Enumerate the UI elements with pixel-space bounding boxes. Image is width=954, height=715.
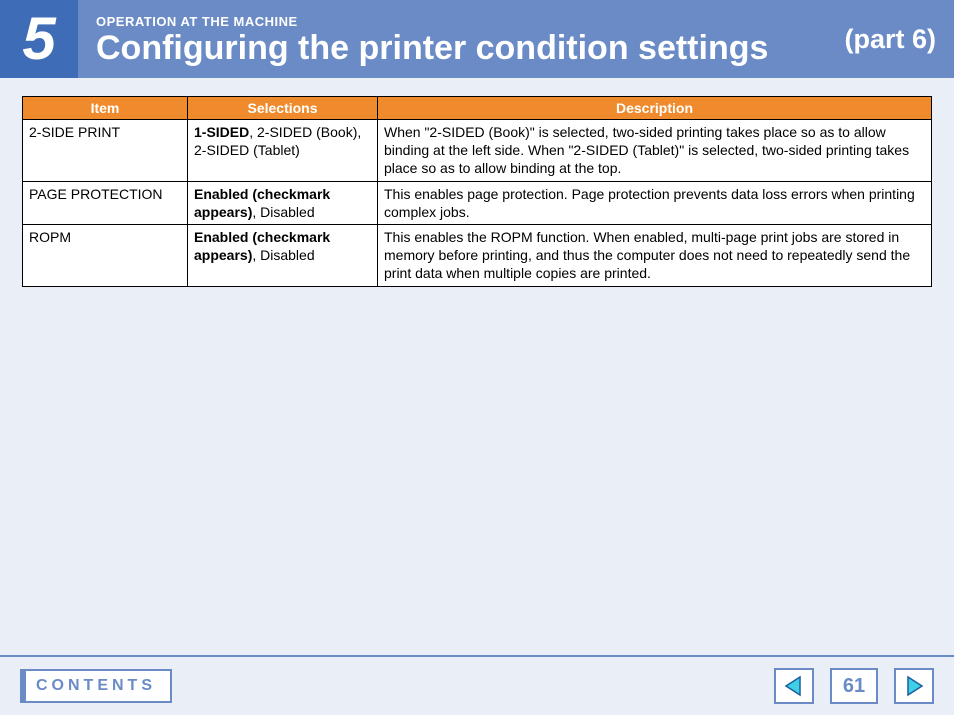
table-header-row: Item Selections Description bbox=[23, 97, 932, 120]
content-area: Item Selections Description 2-SIDE PRINT… bbox=[0, 78, 954, 287]
title-area: OPERATION AT THE MACHINE Configuring the… bbox=[78, 0, 844, 78]
section-overline: OPERATION AT THE MACHINE bbox=[96, 14, 844, 29]
page-title: Configuring the printer condition settin… bbox=[96, 31, 844, 65]
cell-description: When "2-SIDED (Book)" is selected, two-s… bbox=[378, 120, 932, 182]
cell-description: This enables the ROPM function. When ena… bbox=[378, 224, 932, 286]
col-description-header: Description bbox=[378, 97, 932, 120]
cell-selections: Enabled (checkmark appears), Disabled bbox=[188, 181, 378, 224]
selection-default: 1-SIDED bbox=[194, 124, 249, 140]
page-nav: 61 bbox=[774, 668, 934, 704]
selection-rest: , Disabled bbox=[252, 247, 314, 263]
cell-description: This enables page protection. Page prote… bbox=[378, 181, 932, 224]
col-selections-header: Selections bbox=[188, 97, 378, 120]
cell-item: ROPM bbox=[23, 224, 188, 286]
prev-page-button[interactable] bbox=[774, 668, 814, 704]
contents-button[interactable]: CONTENTS bbox=[20, 669, 172, 703]
table-row: PAGE PROTECTION Enabled (checkmark appea… bbox=[23, 181, 932, 224]
cell-selections: 1-SIDED, 2-SIDED (Book), 2-SIDED (Tablet… bbox=[188, 120, 378, 182]
cell-item: PAGE PROTECTION bbox=[23, 181, 188, 224]
col-item-header: Item bbox=[23, 97, 188, 120]
part-label: (part 6) bbox=[844, 0, 954, 78]
table-row: 2-SIDE PRINT 1-SIDED, 2-SIDED (Book), 2-… bbox=[23, 120, 932, 182]
page-header: 5 OPERATION AT THE MACHINE Configuring t… bbox=[0, 0, 954, 78]
page-number: 61 bbox=[830, 668, 878, 704]
settings-table: Item Selections Description 2-SIDE PRINT… bbox=[22, 96, 932, 287]
arrow-right-icon bbox=[903, 675, 925, 697]
next-page-button[interactable] bbox=[894, 668, 934, 704]
table-row: ROPM Enabled (checkmark appears), Disabl… bbox=[23, 224, 932, 286]
chapter-number: 5 bbox=[0, 0, 78, 78]
selection-rest: , Disabled bbox=[252, 204, 314, 220]
arrow-left-icon bbox=[783, 675, 805, 697]
cell-item: 2-SIDE PRINT bbox=[23, 120, 188, 182]
page-footer: CONTENTS 61 bbox=[0, 655, 954, 715]
cell-selections: Enabled (checkmark appears), Disabled bbox=[188, 224, 378, 286]
